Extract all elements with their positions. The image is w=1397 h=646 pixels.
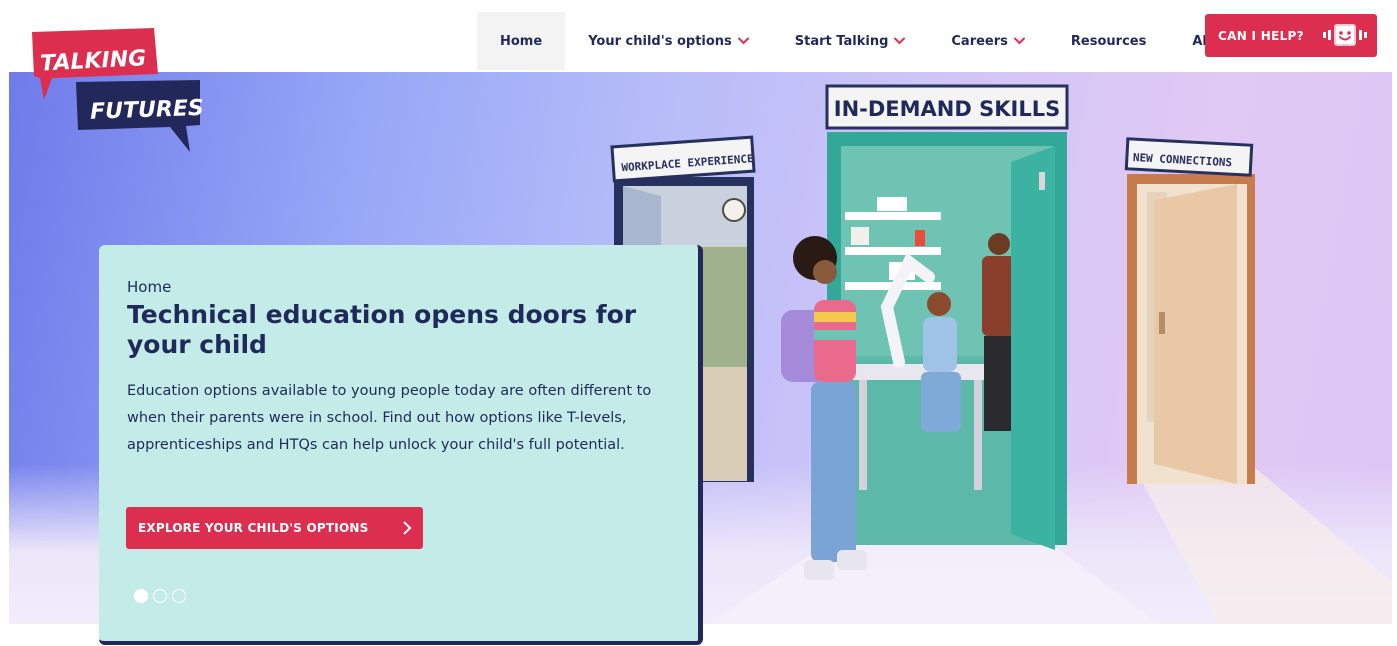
carousel-indicators	[134, 589, 186, 603]
chat-face-icon	[1323, 24, 1367, 46]
carousel-dot-2[interactable]	[153, 589, 167, 603]
nav-item-resources[interactable]: Resources	[1048, 12, 1169, 70]
nav-item-start-talking[interactable]: Start Talking	[772, 12, 929, 70]
chevron-down-icon	[1013, 37, 1025, 45]
carousel-dot-1[interactable]	[134, 589, 148, 603]
carousel-dot-3[interactable]	[172, 589, 186, 603]
nav-item-label: Your child's options	[588, 33, 732, 49]
chevron-down-icon	[894, 37, 906, 45]
can-i-help-button[interactable]: CAN I HELP?	[1205, 14, 1377, 57]
hero-title: Technical education opens doors for your…	[127, 300, 637, 359]
door-in-demand-skills: IN-DEMAND SKILLS	[825, 84, 1069, 550]
sign-in-demand-skills: IN-DEMAND SKILLS	[834, 97, 1060, 121]
logo-line-2: FUTURES	[90, 96, 204, 125]
main-nav: Home Your child's options Start Talking …	[477, 12, 1259, 70]
nav-item-label: Home	[500, 33, 543, 49]
nav-item-your-childs-options[interactable]: Your child's options	[565, 12, 772, 70]
chevron-right-icon	[403, 521, 412, 535]
chevron-down-icon	[737, 37, 749, 45]
help-button-label: CAN I HELP?	[1218, 28, 1304, 43]
hero-card: Home Technical education opens doors for…	[99, 245, 703, 645]
hero-description: Education options available to young peo…	[127, 383, 652, 453]
breadcrumb[interactable]: Home	[127, 278, 171, 296]
nav-item-home[interactable]: Home	[477, 12, 566, 70]
cta-label: EXPLORE YOUR CHILD'S OPTIONS	[138, 521, 369, 535]
nav-item-careers[interactable]: Careers	[928, 12, 1048, 70]
talking-futures-logo[interactable]: TALKING FUTURES	[30, 28, 220, 158]
door-new-connections: NEW CONNECTIONS	[1124, 137, 1255, 484]
nav-item-label: Start Talking	[794, 33, 889, 49]
nav-item-label: Resources	[1070, 33, 1147, 49]
nav-item-label: Careers	[951, 33, 1008, 49]
explore-options-button[interactable]: EXPLORE YOUR CHILD'S OPTIONS	[126, 507, 423, 549]
